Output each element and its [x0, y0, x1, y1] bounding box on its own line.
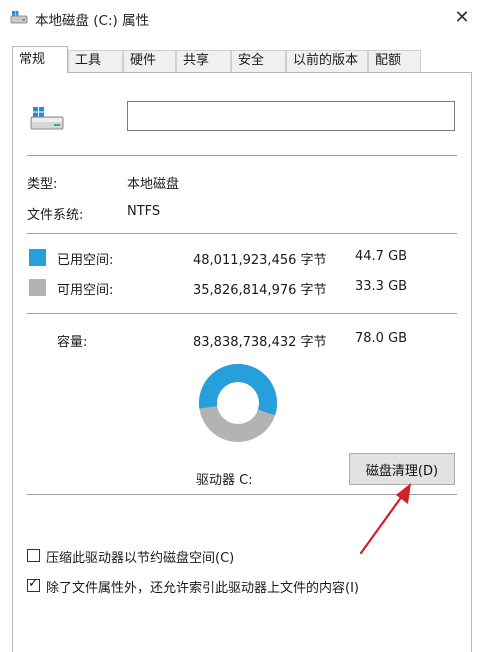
used-space-swatch — [29, 249, 46, 266]
usage-donut-chart — [199, 364, 277, 443]
close-icon: ✕ — [454, 6, 470, 28]
tab-sharing[interactable]: 共享 — [176, 50, 231, 72]
checkmark-icon: ✓ — [28, 576, 39, 591]
drive-windows-icon — [30, 107, 64, 130]
tab-quota[interactable]: 配额 — [368, 50, 421, 72]
window-title: 本地磁盘 (C:) 属性 — [35, 13, 150, 29]
annotation-arrow-icon — [359, 483, 411, 555]
free-space-label: 可用空间: — [57, 283, 114, 298]
tab-hardware[interactable]: 硬件 — [123, 50, 176, 72]
filesystem-label: 文件系统: — [27, 208, 84, 223]
capacity-label: 容量: — [57, 335, 88, 350]
tab-security[interactable]: 安全 — [231, 50, 286, 72]
separator — [27, 155, 457, 156]
index-checkbox[interactable]: ✓ — [27, 576, 40, 592]
properties-window: 本地磁盘 (C:) 属性 ✕ 常规 工具 硬件 共享 安全 以前的版本 配额 类… — [0, 0, 483, 652]
capacity-size: 78.0 GB — [355, 331, 408, 346]
separator — [27, 494, 457, 495]
tab-general[interactable]: 常规 — [12, 46, 68, 73]
drive-letter-label: 驱动器 C: — [196, 473, 253, 488]
general-pane: 类型: 本地磁盘 文件系统: NTFS 已用空间: 48,011,923,456… — [12, 72, 472, 652]
free-space-size: 33.3 GB — [355, 279, 408, 294]
drive-name-input[interactable] — [127, 101, 455, 131]
tab-strip: 常规 工具 硬件 共享 安全 以前的版本 配额 — [12, 46, 472, 73]
used-space-bytes: 48,011,923,456 字节 — [193, 253, 327, 268]
capacity-bytes: 83,838,738,432 字节 — [193, 335, 327, 350]
title-bar: 本地磁盘 (C:) 属性 ✕ — [0, 0, 483, 36]
used-space-size: 44.7 GB — [355, 249, 408, 264]
separator — [27, 233, 457, 234]
free-space-swatch — [29, 279, 46, 296]
used-space-label: 已用空间: — [57, 253, 114, 268]
disk-cleanup-button[interactable]: 磁盘清理(D) — [349, 453, 455, 485]
tab-tools[interactable]: 工具 — [68, 50, 123, 72]
filesystem-value: NTFS — [127, 204, 161, 219]
type-value: 本地磁盘 — [127, 177, 180, 192]
compress-checkbox[interactable] — [27, 549, 40, 562]
free-space-bytes: 35,826,814,976 字节 — [193, 283, 327, 298]
compress-label: 压缩此驱动器以节约磁盘空间(C) — [46, 551, 235, 566]
separator — [27, 313, 457, 314]
index-label: 除了文件属性外，还允许索引此驱动器上文件的内容(I) — [46, 581, 359, 596]
close-button[interactable]: ✕ — [447, 3, 477, 31]
drive-icon — [10, 11, 28, 24]
type-label: 类型: — [27, 177, 58, 192]
tab-previous-versions[interactable]: 以前的版本 — [286, 50, 368, 72]
